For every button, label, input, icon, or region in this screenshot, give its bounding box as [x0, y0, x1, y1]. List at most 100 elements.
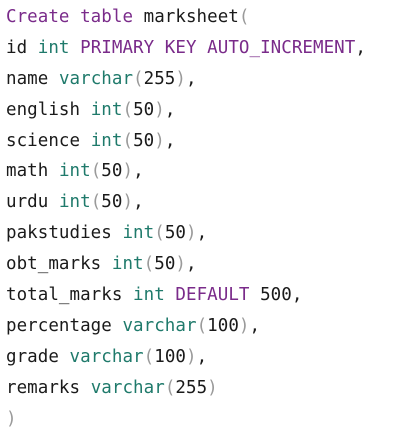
identifier-token	[48, 161, 59, 181]
identifier-token: percentage	[6, 315, 112, 336]
number-token: 50	[133, 130, 155, 151]
identifier-token: total_marks	[6, 285, 123, 306]
keyword-token: Create table	[6, 7, 134, 27]
punctuation-token: ,	[164, 130, 176, 151]
punctuation-token: ,	[355, 37, 366, 58]
type-token: varchar	[122, 315, 197, 336]
code-line[interactable]: total_marks int DEFAULT 500,	[6, 280, 405, 311]
number-token: 500	[249, 285, 292, 306]
paren-token: (	[143, 346, 155, 367]
code-line[interactable]: english int(50),	[6, 95, 405, 126]
code-line[interactable]: pakstudies int(50),	[6, 218, 405, 249]
type-token: varchar	[90, 377, 165, 398]
code-editor[interactable]: Create table marksheet(id int PRIMARY KE…	[0, 0, 405, 435]
identifier-token	[112, 316, 123, 336]
type-token: int	[133, 285, 165, 306]
punctuation-token: ,	[133, 161, 144, 182]
paren-token: )	[185, 223, 197, 244]
keyword-token: PRIMARY KEY AUTO_INCREMENT	[69, 37, 356, 58]
paren-token: (	[164, 377, 176, 398]
paren-token: )	[175, 254, 186, 275]
identifier-token	[80, 131, 91, 151]
code-line[interactable]: remarks varchar(255)	[6, 373, 405, 404]
identifier-token: english	[6, 99, 81, 120]
code-line[interactable]: math int(50),	[6, 156, 405, 187]
keyword-token: DEFAULT	[164, 285, 250, 306]
number-token: 50	[101, 161, 123, 182]
number-token: 50	[101, 192, 123, 213]
identifier-token: obt_marks	[6, 254, 102, 275]
punctuation-token: ,	[291, 285, 303, 306]
punctuation-token: ,	[133, 192, 144, 213]
number-token: 255	[143, 68, 176, 89]
identifier-token: grade	[6, 346, 59, 367]
type-token: varchar	[58, 68, 134, 89]
punctuation-token: ,	[249, 315, 261, 336]
punctuation-token: ,	[186, 68, 197, 89]
paren-token: (	[196, 315, 208, 336]
paren-token: (	[122, 130, 134, 151]
identifier-token: math	[6, 161, 49, 182]
code-line[interactable]: grade varchar(100),	[6, 342, 405, 373]
identifier-token: name	[6, 68, 49, 89]
code-line[interactable]: percentage varchar(100),	[6, 311, 405, 342]
paren-token: (	[133, 68, 144, 89]
identifier-token: remarks	[6, 377, 81, 398]
number-token: 50	[164, 223, 186, 244]
type-token: int	[90, 130, 123, 151]
paren-token: )	[154, 130, 165, 151]
code-line[interactable]: id int PRIMARY KEY AUTO_INCREMENT,	[6, 33, 405, 64]
type-token: varchar	[69, 346, 144, 367]
paren-token: )	[6, 408, 17, 429]
paren-token: )	[186, 346, 197, 367]
code-line[interactable]: name varchar(255),	[6, 64, 405, 95]
identifier-token	[27, 38, 38, 58]
paren-token: (	[122, 99, 134, 120]
code-line[interactable]: obt_marks int(50),	[6, 249, 405, 280]
punctuation-token: ,	[196, 346, 208, 367]
identifier-token	[122, 285, 133, 305]
paren-token: (	[90, 192, 102, 213]
paren-token: )	[154, 99, 165, 120]
paren-token: (	[238, 7, 250, 27]
paren-token: )	[122, 192, 134, 213]
paren-token: (	[143, 254, 155, 275]
type-token: int	[58, 192, 91, 213]
number-token: 50	[133, 99, 155, 120]
code-line[interactable]: urdu int(50),	[6, 187, 405, 218]
punctuation-token: ,	[196, 223, 208, 244]
paren-token: )	[238, 315, 250, 336]
type-token: int	[111, 254, 144, 275]
type-token: int	[58, 161, 91, 182]
identifier-token	[112, 223, 123, 243]
paren-token: )	[122, 161, 134, 182]
code-line[interactable]: Create table marksheet(	[6, 2, 405, 33]
identifier-token	[80, 378, 91, 398]
identifier-token	[80, 100, 91, 120]
identifier-token	[59, 347, 70, 367]
paren-token: (	[154, 223, 165, 244]
punctuation-token: ,	[164, 99, 176, 120]
number-token: 255	[175, 377, 208, 398]
paren-token: )	[175, 68, 186, 89]
identifier-token	[48, 69, 59, 89]
identifier-token: marksheet	[133, 7, 239, 27]
identifier-token	[101, 254, 112, 274]
type-token: int	[90, 99, 123, 120]
number-token: 50	[154, 254, 176, 275]
punctuation-token: ,	[186, 254, 197, 275]
paren-token: )	[207, 377, 218, 398]
sql-code-block[interactable]: Create table marksheet(id int PRIMARY KE…	[6, 2, 405, 434]
paren-token: (	[90, 161, 102, 182]
number-token: 100	[154, 346, 186, 367]
identifier-token	[48, 192, 59, 212]
code-line[interactable]: )	[6, 404, 405, 435]
code-line[interactable]: science int(50),	[6, 126, 405, 157]
identifier-token: science	[6, 130, 81, 151]
type-token: int	[122, 223, 155, 244]
number-token: 100	[207, 315, 239, 336]
identifier-token: urdu	[6, 192, 49, 213]
identifier-token: id	[6, 37, 28, 58]
type-token: int	[37, 37, 70, 58]
identifier-token: pakstudies	[6, 223, 112, 244]
